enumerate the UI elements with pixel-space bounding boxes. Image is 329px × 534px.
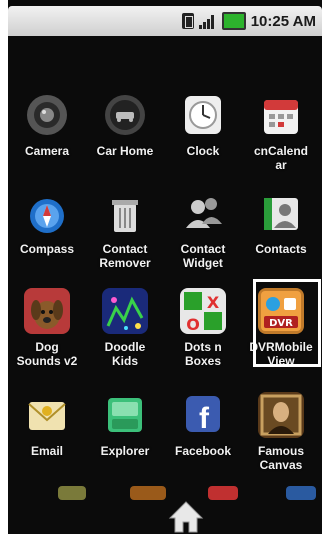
car-home-icon — [102, 92, 148, 138]
app-label: cnCalendar — [253, 144, 308, 172]
facebook-icon: f — [180, 392, 226, 438]
dog-icon — [24, 288, 70, 334]
home-icon[interactable] — [168, 500, 204, 534]
app-dog-sounds[interactable]: Dog Sounds v2 — [8, 288, 86, 368]
app-label: Facebook — [174, 444, 231, 458]
phone-screen: 10:25 AM Camera Car Home Clock cnCalenda… — [8, 0, 322, 534]
svg-text:f: f — [199, 402, 210, 435]
next-row-icon — [208, 486, 238, 500]
app-label: Email — [30, 444, 63, 458]
camera-icon — [24, 92, 70, 138]
next-row-icon — [130, 486, 166, 500]
app-label: Contacts — [255, 242, 307, 256]
app-label: Camera — [24, 144, 70, 158]
app-facebook[interactable]: f Facebook — [164, 392, 242, 458]
clock-icon — [180, 92, 226, 138]
canvas-icon — [258, 392, 304, 438]
status-time: 10:25 AM — [250, 12, 316, 30]
contact-widget-icon — [180, 190, 226, 236]
app-email[interactable]: Email — [8, 392, 86, 458]
app-contacts[interactable]: Contacts — [242, 190, 320, 256]
compass-icon — [24, 190, 70, 236]
app-explorer[interactable]: Explorer — [86, 392, 164, 458]
status-icons: 10:25 AM — [181, 10, 316, 32]
sim-icon — [181, 13, 194, 29]
contacts-icon — [258, 190, 304, 236]
app-label: Contact Remover — [99, 242, 151, 270]
app-camera[interactable]: Camera — [8, 92, 86, 158]
app-label: Famous Canvas — [257, 444, 304, 472]
app-contact-remover[interactable]: Contact Remover — [86, 190, 164, 270]
app-dots-n-boxes[interactable]: OX Dots n Boxes — [164, 288, 242, 368]
app-doodle-kids[interactable]: Doodle Kids — [86, 288, 164, 368]
doodle-icon — [102, 288, 148, 334]
dots-boxes-icon: OX — [180, 288, 226, 334]
app-label: Dots n Boxes — [184, 340, 222, 368]
app-label: Dog Sounds v2 — [16, 340, 78, 368]
app-label: Car Home — [96, 144, 154, 158]
signal-icon — [198, 13, 217, 29]
app-label: Clock — [186, 144, 220, 158]
app-clock[interactable]: Clock — [164, 92, 242, 158]
battery-icon — [221, 12, 246, 30]
app-label: Doodle Kids — [104, 340, 146, 368]
app-cncalendar[interactable]: cnCalendar — [242, 92, 320, 172]
svg-text:O: O — [186, 315, 200, 334]
svg-text:X: X — [207, 293, 220, 312]
app-car-home[interactable]: Car Home — [86, 92, 164, 158]
next-row-icon — [286, 486, 316, 500]
next-row-icon — [58, 486, 86, 500]
calendar-icon — [258, 92, 304, 138]
email-icon — [24, 392, 70, 438]
app-label: Compass — [19, 242, 75, 256]
app-contact-widget[interactable]: Contact Widget — [164, 190, 242, 270]
status-bar: 10:25 AM — [8, 6, 322, 36]
explorer-icon — [102, 392, 148, 438]
app-famous-canvas[interactable]: Famous Canvas — [242, 392, 320, 472]
selection-highlight — [253, 279, 321, 367]
contact-remover-icon — [102, 190, 148, 236]
app-compass[interactable]: Compass — [8, 190, 86, 256]
app-label: Explorer — [100, 444, 150, 458]
app-label: Contact Widget — [180, 242, 226, 270]
